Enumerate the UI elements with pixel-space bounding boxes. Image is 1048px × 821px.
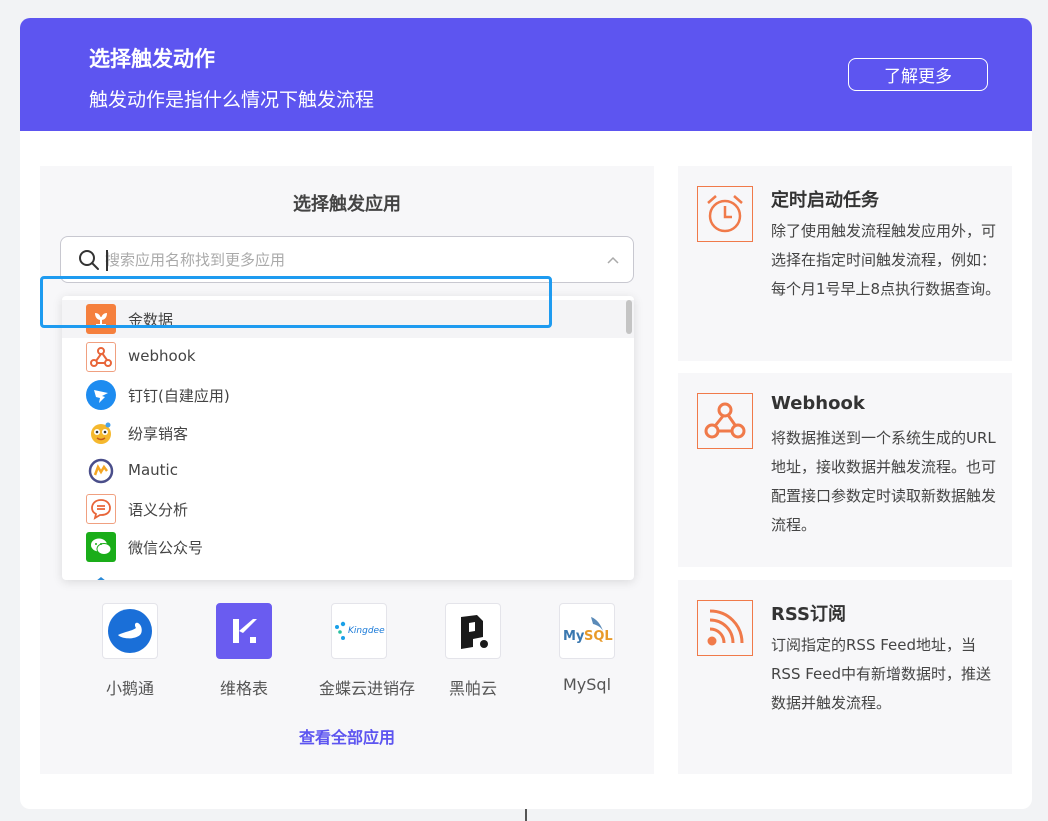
card-scheduled-task[interactable]: 定时启动任务 除了使用触发流程触发应用外，可选择在指定时间触发流程，例如：每个月… [678,166,1012,361]
app-label: 黑帕云 [448,679,497,698]
app-mysql[interactable]: My SQL MySql [547,603,627,694]
jinshuju-icon [86,304,116,334]
webhook-icon [86,342,116,372]
xiaoetong-icon [102,603,158,659]
app-label: MySql [562,675,612,694]
svg-text:My: My [563,629,585,644]
dropdown-item-label: 金数据 [128,311,174,329]
webhook-icon [697,393,753,449]
dropdown-item-label: Mautic [128,461,178,479]
learn-more-button[interactable]: 了解更多 [848,58,988,91]
trigger-app-panel: 选择触发应用 搜索应用名称找到更多应用 金数据 webhook 钉钉(自建应用)… [40,166,654,774]
app-xiaoetong[interactable]: 小鹅通 [90,603,170,699]
vika-icon [216,603,272,659]
dropdown-item-dingtalk[interactable]: 钉钉(自建应用) [62,376,634,414]
dropdown-item-jinshuju[interactable]: 金数据 [62,300,634,338]
svg-text:Kingdee: Kingdee [348,626,385,636]
dropdown-scrollbar[interactable] [626,300,632,334]
kingdee-icon: Kingdee [331,603,387,659]
card-title: Webhook [771,393,865,414]
card-webhook[interactable]: Webhook 将数据推送到一个系统生成的URL地址，接收数据并触发流程。也可配… [678,373,1012,567]
card-rss[interactable]: RSS订阅 订阅指定的RSS Feed地址，当RSS Feed中有新增数据时，推… [678,580,1012,774]
mysql-icon: My SQL [559,603,615,659]
connector-line [525,809,527,821]
card-description: 将数据推送到一个系统生成的URL地址，接收数据并触发流程。也可配置接口参数定时读… [771,429,997,534]
app-vika[interactable]: 维格表 [204,603,284,699]
alarm-clock-icon [697,186,753,242]
dropdown-item-label: webhook [128,347,196,365]
app-search-box[interactable] [60,236,634,283]
search-icon [79,250,99,270]
card-title: RSS订阅 [771,604,846,625]
dropdown-item-webhook[interactable]: webhook [62,338,634,376]
partial-app-icon [86,570,116,580]
popular-apps-row: 小鹅通 维格表 Kingdee 金蝶云进销存 黑帕云 My SQL MySql [90,603,620,703]
dropdown-item-label: 语义分析 [128,501,189,519]
app-dropdown-list: 金数据 webhook 钉钉(自建应用) 纷享销客 Mautic 语义分析 微信… [62,296,634,580]
app-label: 金蝶云进销存 [319,679,416,698]
fxiaoke-icon [86,418,116,448]
dropdown-item-partial [62,566,634,580]
rss-icon [697,600,753,656]
semantic-analysis-icon [86,494,116,524]
dropdown-item-label: 纷享销客 [128,425,189,443]
svg-text:SQL: SQL [584,629,613,644]
page-header: 选择触发动作 触发动作是指什么情况下触发流程 了解更多 [20,18,1032,131]
page-subtitle: 触发动作是指什么情况下触发流程 [89,89,375,111]
app-search-input[interactable] [105,245,585,275]
wechat-icon [86,532,116,562]
app-label: 小鹅通 [105,679,154,698]
view-all-apps-link[interactable]: 查看全部应用 [40,724,654,748]
text-caret [106,250,108,271]
dropdown-item-semantic[interactable]: 语义分析 [62,490,634,528]
dropdown-item-label: 钉钉(自建应用) [128,387,230,405]
dingtalk-icon [86,380,116,410]
card-title: 定时启动任务 [771,190,879,211]
dropdown-item-label: 微信公众号 [128,539,204,557]
hipacloud-icon [445,603,501,659]
page-title: 选择触发动作 [89,47,215,71]
dropdown-item-fxiaoke[interactable]: 纷享销客 [62,414,634,452]
dropdown-item-mautic[interactable]: Mautic [62,452,634,490]
dropdown-item-wechat[interactable]: 微信公众号 [62,528,634,566]
app-hipacloud[interactable]: 黑帕云 [433,603,513,699]
card-description: 除了使用触发流程触发应用外，可选择在指定时间触发流程，例如：每个月1号早上8点执… [771,222,1001,298]
card-description: 订阅指定的RSS Feed地址，当RSS Feed中有新增数据时，推送数据并触发… [771,636,992,712]
chevron-up-icon[interactable] [607,255,619,265]
main-card: 选择触发动作 触发动作是指什么情况下触发流程 了解更多 选择触发应用 搜索应用名… [20,18,1032,809]
trigger-app-title: 选择触发应用 [293,194,401,215]
app-kingdee[interactable]: Kingdee 金蝶云进销存 [319,603,416,699]
mautic-icon [86,456,116,486]
app-label: 维格表 [219,679,268,698]
